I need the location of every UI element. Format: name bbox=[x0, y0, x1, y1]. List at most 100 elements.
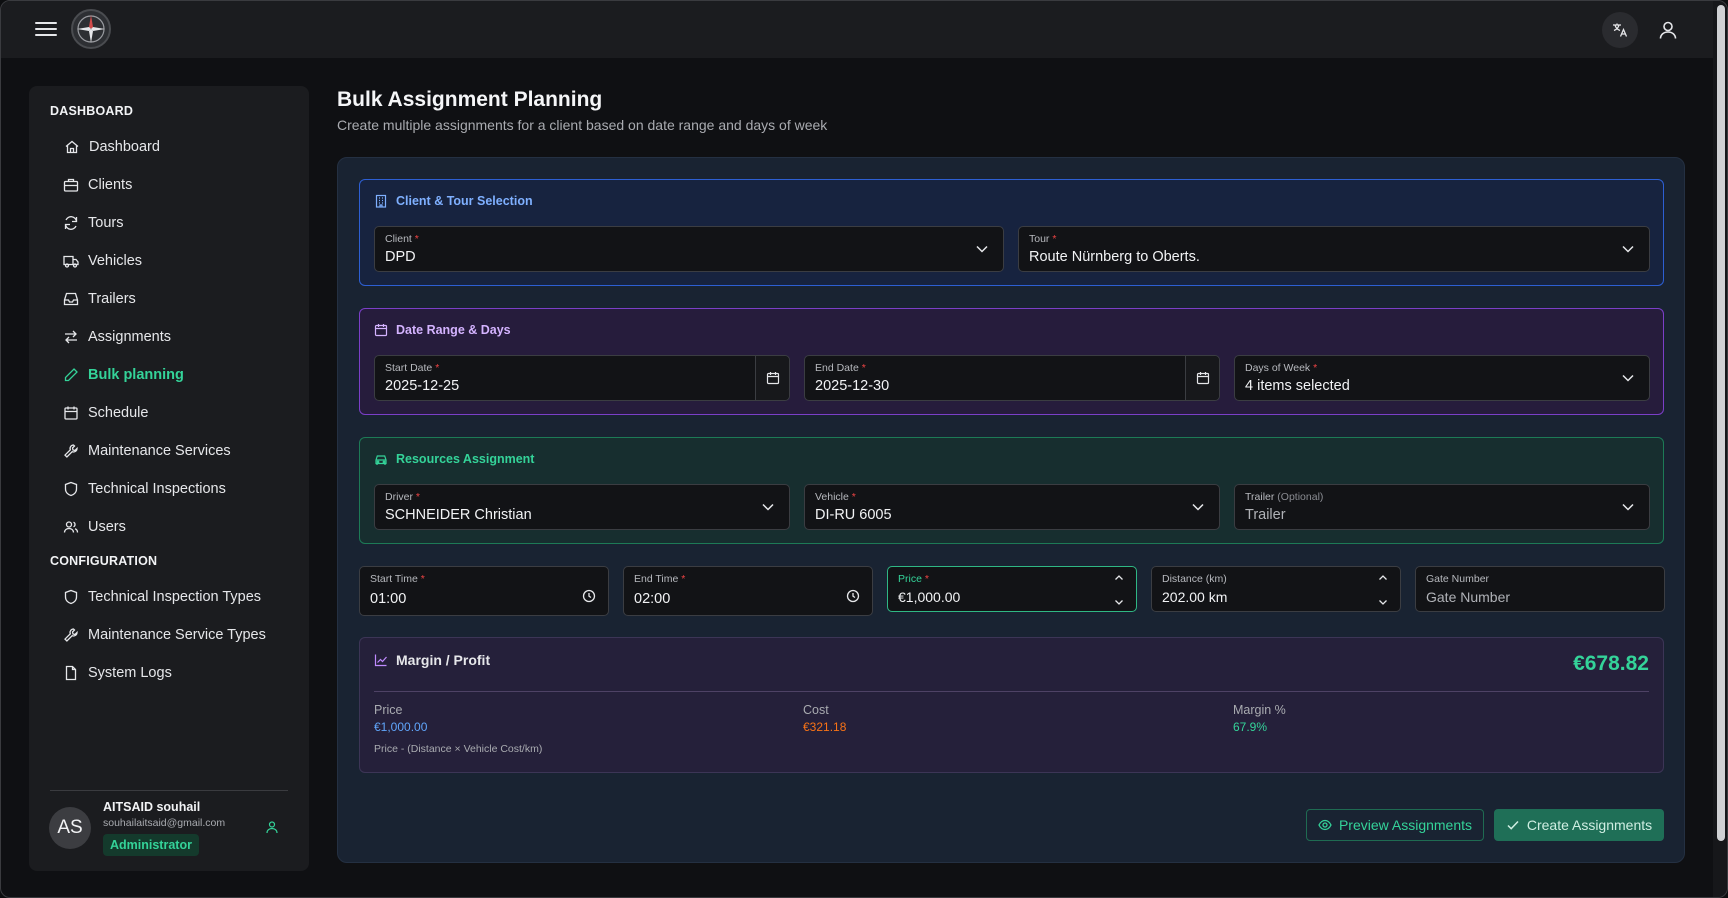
start-date-field[interactable]: Start Date * 2025-12-25 bbox=[374, 355, 790, 401]
wrench-icon bbox=[64, 628, 78, 642]
sidebar-item-label: Vehicles bbox=[88, 253, 143, 269]
sidebar-item-system-logs[interactable]: System Logs bbox=[63, 659, 172, 687]
gate-number-input[interactable]: Gate Number Gate Number bbox=[1415, 566, 1665, 612]
sidebar-item-assignments[interactable]: Assignments bbox=[63, 323, 171, 351]
car-icon bbox=[375, 455, 387, 465]
end-time-field[interactable]: End Time * 02:00 bbox=[623, 566, 873, 616]
start-time-label: Start Time * bbox=[370, 573, 425, 585]
label-text: Vehicle bbox=[815, 491, 849, 503]
label-text: End Date bbox=[815, 362, 859, 374]
sidebar-item-technical-inspections[interactable]: Technical Inspections bbox=[63, 475, 226, 503]
driver-label: Driver * bbox=[385, 491, 420, 503]
gate-number-label: Gate Number bbox=[1426, 573, 1490, 585]
margin-percent-label: Margin % bbox=[1233, 703, 1286, 717]
avatar[interactable]: AS bbox=[49, 807, 91, 849]
number-stepper-icon[interactable] bbox=[1378, 573, 1388, 607]
end-date-field[interactable]: End Date * 2025-12-30 bbox=[804, 355, 1220, 401]
distance-label: Distance (km) bbox=[1162, 573, 1227, 585]
user-email: souhailaitsaid@gmail.com bbox=[103, 817, 226, 829]
driver-value: SCHNEIDER Christian bbox=[385, 507, 532, 523]
sidebar-item-trailers[interactable]: Trailers bbox=[63, 285, 136, 313]
vehicle-select[interactable]: Vehicle * DI-RU 6005 bbox=[804, 484, 1220, 530]
profile-icon[interactable] bbox=[265, 820, 279, 834]
building-icon bbox=[375, 194, 387, 208]
days-of-week-select[interactable]: Days of Week * 4 items selected bbox=[1234, 355, 1650, 401]
panel-title-text: Resources Assignment bbox=[396, 452, 535, 466]
scrollbar-thumb[interactable] bbox=[1717, 5, 1725, 841]
margin-percent-value: 67.9% bbox=[1233, 720, 1268, 734]
tour-select[interactable]: Tour * Route Nürnberg to Oberts. bbox=[1018, 226, 1650, 272]
distance-input[interactable]: Distance (km) 202.00 km bbox=[1151, 566, 1401, 612]
sidebar-item-label: Maintenance Services bbox=[88, 443, 231, 459]
label-text: Start Date bbox=[385, 362, 433, 374]
trending-up-icon bbox=[374, 654, 387, 667]
home-icon bbox=[65, 140, 79, 154]
sidebar-item-users[interactable]: Users bbox=[63, 513, 126, 541]
calendar-icon bbox=[766, 372, 779, 385]
vehicle-value: DI-RU 6005 bbox=[815, 507, 892, 523]
app-window: DASHBOARD Dashboard Clients Tours Vehicl… bbox=[0, 0, 1728, 898]
trailer-placeholder: Trailer bbox=[1245, 507, 1286, 523]
button-label: Preview Assignments bbox=[1338, 817, 1473, 833]
sidebar-item-clients[interactable]: Clients bbox=[63, 171, 132, 199]
sidebar-item-label: Dashboard bbox=[89, 139, 160, 155]
label-text: Tour bbox=[1029, 233, 1050, 245]
client-select[interactable]: Client * DPD bbox=[374, 226, 1004, 272]
label-text: Price bbox=[898, 573, 922, 585]
start-time-field[interactable]: Start Time * 01:00 bbox=[359, 566, 609, 616]
price-input[interactable]: Price * €1,000.00 bbox=[887, 566, 1137, 612]
sidebar-item-technical-inspection-types[interactable]: Technical Inspection Types bbox=[63, 583, 261, 611]
price-label: Price * bbox=[898, 573, 929, 585]
clock-icon[interactable] bbox=[582, 589, 596, 603]
sidebar-item-schedule[interactable]: Schedule bbox=[63, 399, 148, 427]
end-date-label: End Date * bbox=[815, 362, 866, 374]
chevron-down-icon bbox=[762, 503, 774, 511]
sidebar-item-dashboard[interactable]: Dashboard bbox=[64, 133, 160, 161]
margin-divider bbox=[374, 691, 1649, 692]
driver-select[interactable]: Driver * SCHNEIDER Christian bbox=[374, 484, 790, 530]
users-icon bbox=[63, 521, 79, 533]
trailer-select[interactable]: Trailer (Optional) Trailer bbox=[1234, 484, 1650, 530]
sidebar-item-label: Users bbox=[88, 519, 126, 535]
compass-logo-icon[interactable] bbox=[71, 9, 111, 49]
calendar-picker-button[interactable] bbox=[755, 356, 789, 400]
panel-title-text: Client & Tour Selection bbox=[396, 194, 533, 208]
required-marker: * bbox=[435, 362, 440, 374]
clock-icon[interactable] bbox=[846, 589, 860, 603]
file-icon bbox=[65, 665, 77, 681]
label-text: Start Time bbox=[370, 573, 418, 585]
label-text: End Time bbox=[634, 573, 679, 585]
label-text: Distance (km) bbox=[1162, 573, 1227, 585]
pencil-icon bbox=[64, 368, 78, 382]
sidebar-item-bulk-planning[interactable]: Bulk planning bbox=[63, 361, 184, 389]
translate-icon[interactable] bbox=[1602, 12, 1638, 48]
sidebar-item-tours[interactable]: Tours bbox=[63, 209, 123, 237]
shield-icon bbox=[64, 481, 78, 497]
end-date-value: 2025-12-30 bbox=[815, 378, 890, 394]
sidebar-item-maintenance-service-types[interactable]: Maintenance Service Types bbox=[63, 621, 266, 649]
sidebar-item-label: Assignments bbox=[88, 329, 172, 345]
margin-panel: Margin / Profit €678.82 Price €1,000.00 … bbox=[359, 637, 1664, 773]
section-title-configuration: CONFIGURATION bbox=[50, 554, 158, 568]
calendar-picker-button[interactable] bbox=[1185, 356, 1219, 400]
page-subtitle: Create multiple assignments for a client… bbox=[337, 117, 828, 133]
margin-formula: Price - (Distance × Vehicle Cost/km) bbox=[374, 743, 543, 755]
number-stepper-icon[interactable] bbox=[1114, 573, 1124, 607]
chevron-down-icon bbox=[1192, 503, 1204, 511]
chevron-down-icon bbox=[1622, 245, 1634, 253]
wrench-icon bbox=[64, 444, 78, 458]
role-badge: Administrator bbox=[103, 834, 199, 856]
margin-title: Margin / Profit bbox=[374, 652, 490, 668]
sidebar-item-maintenance-services[interactable]: Maintenance Services bbox=[63, 437, 231, 465]
create-assignments-button[interactable]: Create Assignments bbox=[1494, 809, 1664, 841]
days-of-week-value: 4 items selected bbox=[1245, 378, 1350, 394]
inbox-icon bbox=[63, 292, 79, 306]
sidebar-item-vehicles[interactable]: Vehicles bbox=[63, 247, 142, 275]
end-time-label: End Time * bbox=[634, 573, 685, 585]
required-marker: * bbox=[420, 573, 425, 585]
preview-assignments-button[interactable]: Preview Assignments bbox=[1306, 809, 1484, 841]
required-marker: * bbox=[1313, 362, 1318, 374]
user-icon[interactable] bbox=[1650, 12, 1686, 48]
label-text: Driver bbox=[385, 491, 413, 503]
hamburger-menu-icon[interactable] bbox=[35, 22, 57, 38]
